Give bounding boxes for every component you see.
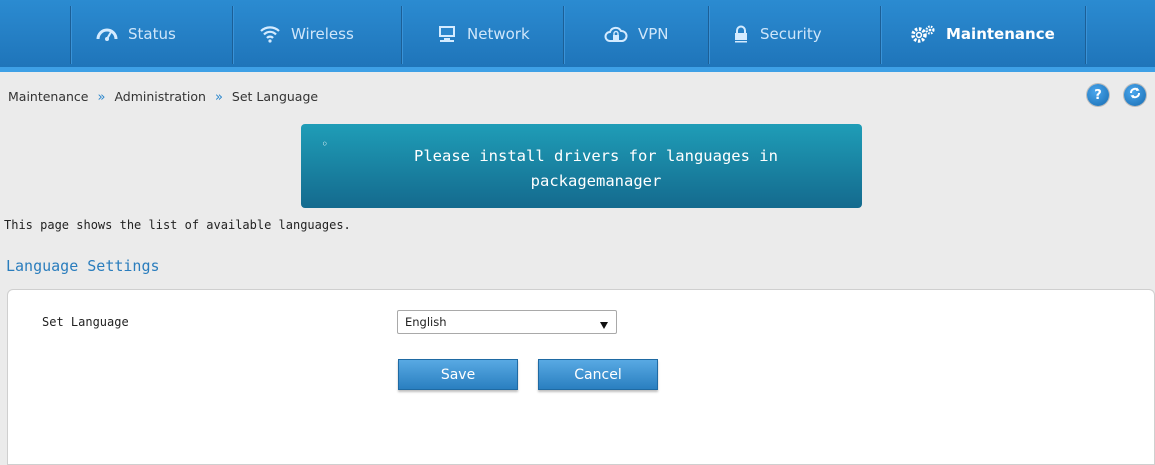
breadcrumb-item-set-language: Set Language [231, 89, 319, 104]
tab-label: Wireless [291, 24, 354, 43]
gears-icon [910, 24, 936, 44]
lock-icon [732, 25, 750, 43]
breadcrumb-separator: » [97, 90, 106, 105]
tab-label: Status [128, 24, 176, 43]
breadcrumb-item-administration[interactable]: Administration [114, 89, 205, 104]
nav-separator [880, 6, 881, 64]
tab-label: VPN [638, 24, 669, 43]
tab-label: Maintenance [946, 24, 1055, 43]
message-box: ◦ Please install drivers for languages i… [301, 124, 862, 208]
tab-wireless[interactable]: Wireless [259, 0, 354, 67]
refresh-button[interactable] [1124, 84, 1146, 106]
page-description: This page shows the list of available la… [4, 218, 351, 232]
monitor-icon [437, 25, 457, 43]
tab-label: Security [760, 24, 822, 43]
save-button[interactable]: Save [398, 359, 518, 390]
cancel-button[interactable]: Cancel [538, 359, 658, 390]
breadcrumb: Maintenance » Administration » Set Language [8, 89, 318, 105]
tab-security[interactable]: Security [732, 0, 822, 67]
help-button[interactable]: ? [1087, 84, 1109, 106]
section-title: Language Settings [6, 257, 160, 275]
nav-separator [708, 6, 709, 64]
tab-network[interactable]: Network [437, 0, 530, 67]
tab-maintenance[interactable]: Maintenance [910, 0, 1055, 67]
wifi-icon [259, 25, 281, 43]
nav-separator [1085, 6, 1086, 64]
cloud-lock-icon [604, 25, 628, 43]
nav-separator [70, 6, 71, 64]
dropdown-arrow-icon [600, 318, 608, 332]
tab-vpn[interactable]: VPN [604, 0, 669, 67]
tab-status[interactable]: Status [96, 0, 176, 67]
help-icon: ? [1094, 87, 1102, 103]
tab-label: Network [467, 24, 530, 43]
top-navigation: Status Wireless Network VPN Security Mai… [0, 0, 1155, 72]
dashboard-icon [96, 25, 118, 43]
language-select[interactable]: English [397, 310, 617, 334]
nav-separator [563, 6, 564, 64]
breadcrumb-separator: » [214, 90, 223, 105]
refresh-icon [1128, 86, 1142, 104]
message-text: Please install drivers for languages in … [414, 147, 778, 190]
set-language-label: Set Language [42, 315, 129, 329]
message-bullet: ◦ [321, 137, 329, 151]
nav-separator [232, 6, 233, 64]
language-select-value: English [405, 315, 447, 329]
nav-separator [401, 6, 402, 64]
breadcrumb-item-maintenance[interactable]: Maintenance [8, 89, 89, 104]
nav-accent-band [0, 67, 1155, 72]
